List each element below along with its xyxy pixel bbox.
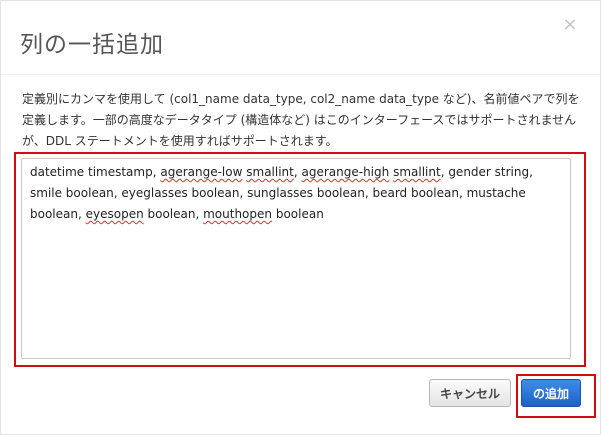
- dialog-description: 定義別にカンマを使用して (col1_name data_type, col2_…: [22, 92, 580, 148]
- misspelled-word: smallint: [246, 165, 294, 179]
- misspelled-word: mouthopen: [203, 207, 273, 221]
- misspelled-word: agerange-high: [301, 165, 390, 179]
- column-definitions-textarea[interactable]: datetime timestamp, agerange-low smallin…: [21, 158, 571, 359]
- add-button[interactable]: の追加: [521, 379, 581, 407]
- close-icon[interactable]: ×: [562, 15, 578, 35]
- textarea-text: ,: [293, 165, 302, 179]
- bulk-add-columns-dialog: 列の一括追加 × 定義別にカンマを使用して (col1_name data_ty…: [0, 0, 601, 435]
- textarea-text: boolean: [272, 207, 324, 221]
- dialog-title: 列の一括追加: [20, 32, 164, 58]
- cancel-button[interactable]: キャンセル: [429, 379, 511, 407]
- misspelled-word: eyesopen: [85, 207, 144, 221]
- textarea-text: boolean,: [143, 207, 204, 221]
- misspelled-word: agerange-low: [160, 165, 243, 179]
- misspelled-word: smallint: [393, 165, 441, 179]
- header-divider: [1, 74, 600, 75]
- textarea-text: datetime timestamp,: [30, 165, 161, 179]
